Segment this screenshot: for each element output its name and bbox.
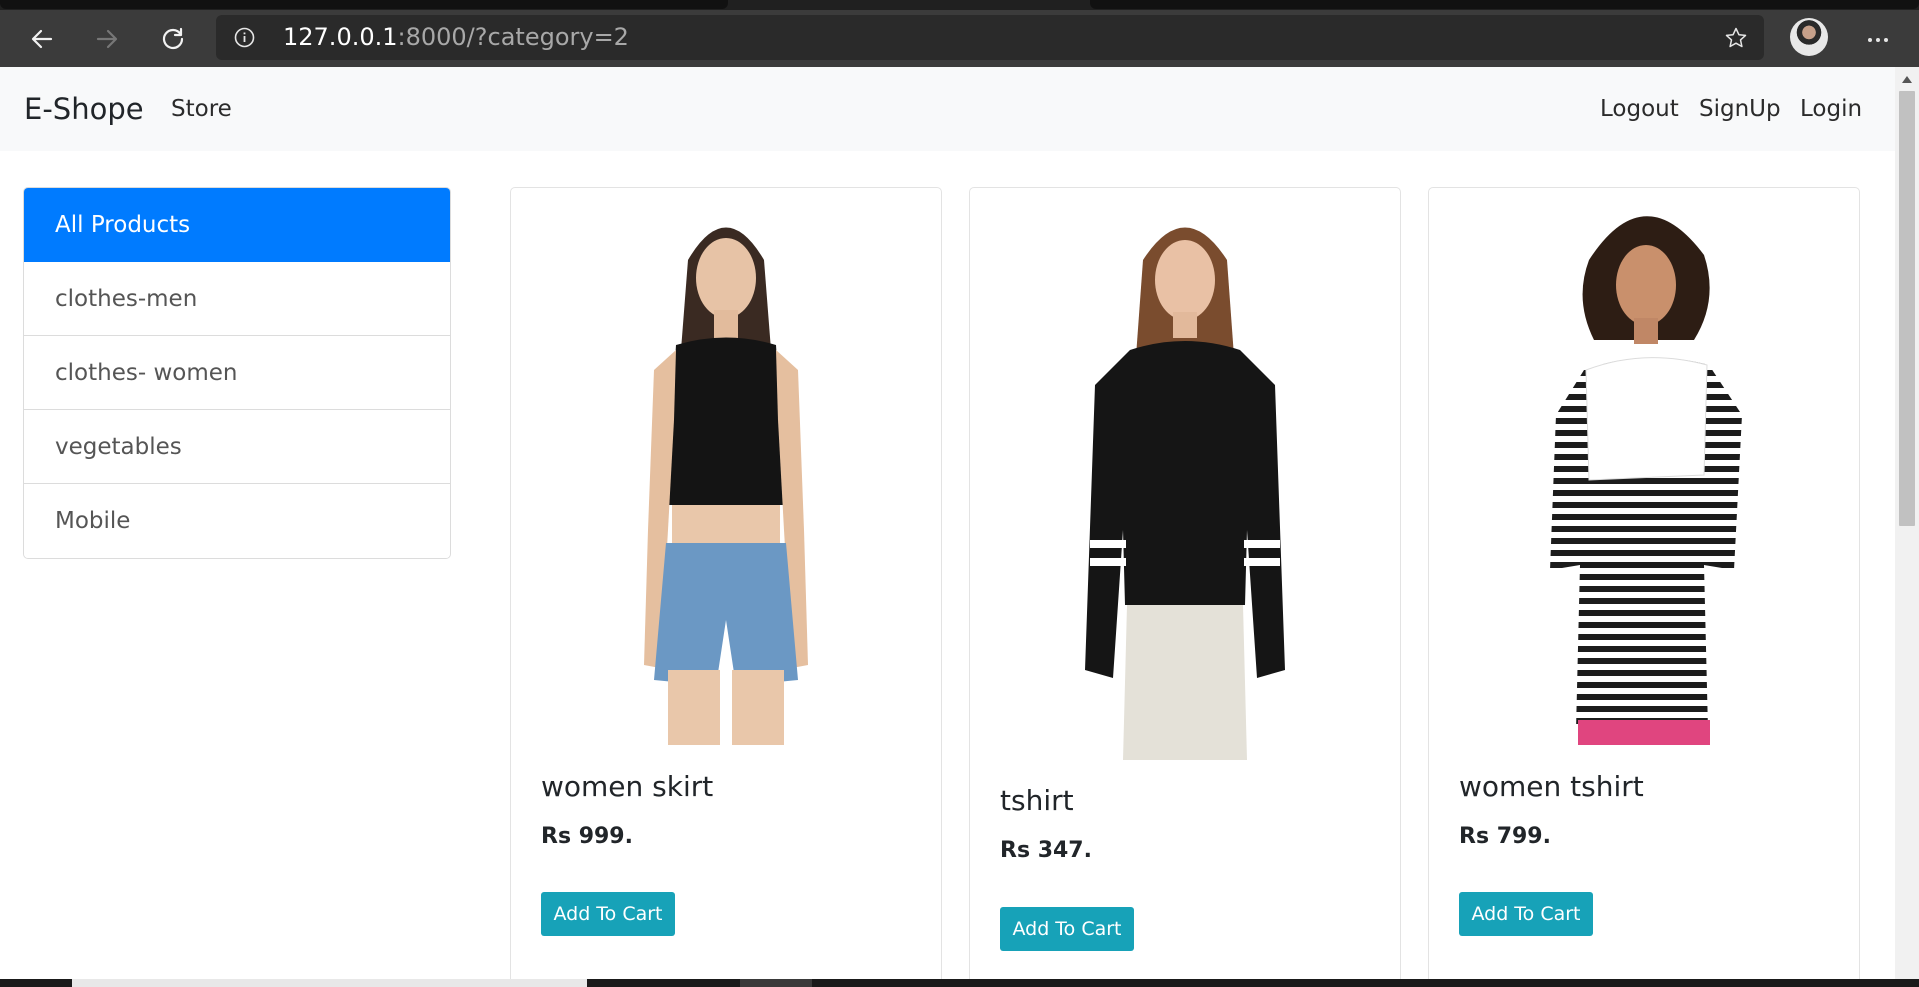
- category-item-clothes-men[interactable]: clothes-men: [24, 262, 450, 336]
- site-info-icon[interactable]: [234, 27, 255, 48]
- taskbar-segment: [740, 979, 812, 987]
- product-price: Rs 347.: [1000, 838, 1092, 863]
- scrollbar-thumb[interactable]: [1899, 91, 1915, 526]
- browser-toolbar: 127.0.0.1:8000/?category=2: [0, 10, 1919, 67]
- nav-logout-link[interactable]: Logout: [1600, 67, 1679, 151]
- more-menu-icon[interactable]: [1858, 20, 1898, 60]
- taskbar-segment: [72, 979, 587, 987]
- site-navbar: E-Shope Store Logout SignUp Login: [0, 67, 1895, 151]
- product-title: tshirt: [1000, 784, 1074, 817]
- forward-arrow-icon[interactable]: [87, 19, 127, 59]
- browser-tab[interactable]: [1090, 0, 1919, 9]
- favorite-star-icon[interactable]: [1724, 26, 1748, 50]
- nav-store-link[interactable]: Store: [171, 67, 232, 151]
- product-price: Rs 799.: [1459, 824, 1551, 849]
- browser-tab[interactable]: [0, 0, 728, 9]
- profile-avatar[interactable]: [1790, 18, 1828, 56]
- category-list: All Products clothes-men clothes- women …: [23, 187, 451, 559]
- nav-login-link[interactable]: Login: [1800, 67, 1862, 151]
- taskbar-strip: [0, 979, 1919, 987]
- nav-signup-link[interactable]: SignUp: [1699, 67, 1781, 151]
- url-path: :8000/?category=2: [397, 23, 629, 51]
- category-item-vegetables[interactable]: vegetables: [24, 410, 450, 484]
- product-image-tshirt[interactable]: [1035, 200, 1335, 760]
- product-card: women tshirt Rs 799. Add To Cart: [1428, 187, 1860, 979]
- address-bar[interactable]: 127.0.0.1:8000/?category=2: [216, 15, 1764, 60]
- product-image-women-tshirt[interactable]: [1494, 190, 1794, 745]
- browser-tab-strip: [0, 0, 1919, 10]
- url-host: 127.0.0.1: [283, 23, 398, 51]
- product-card: tshirt Rs 347. Add To Cart: [969, 187, 1401, 979]
- refresh-icon[interactable]: [153, 19, 193, 59]
- url-text[interactable]: 127.0.0.1:8000/?category=2: [283, 15, 629, 60]
- category-item-all-products[interactable]: All Products: [24, 188, 450, 262]
- category-item-clothes-women[interactable]: clothes- women: [24, 336, 450, 410]
- page-viewport: E-Shope Store Logout SignUp Login All Pr…: [0, 67, 1895, 979]
- product-image-women-skirt[interactable]: [576, 200, 876, 745]
- add-to-cart-button[interactable]: Add To Cart: [1459, 892, 1593, 936]
- product-title: women skirt: [541, 770, 714, 803]
- scroll-up-arrow-icon[interactable]: [1902, 76, 1912, 83]
- add-to-cart-button[interactable]: Add To Cart: [541, 892, 675, 936]
- category-item-mobile[interactable]: Mobile: [24, 484, 450, 558]
- product-title: women tshirt: [1459, 770, 1644, 803]
- brand-logo[interactable]: E-Shope: [24, 67, 144, 151]
- product-price: Rs 999.: [541, 824, 633, 849]
- back-arrow-icon[interactable]: [22, 19, 62, 59]
- vertical-scrollbar[interactable]: [1895, 67, 1919, 979]
- add-to-cart-button[interactable]: Add To Cart: [1000, 907, 1134, 951]
- product-card: women skirt Rs 999. Add To Cart: [510, 187, 942, 979]
